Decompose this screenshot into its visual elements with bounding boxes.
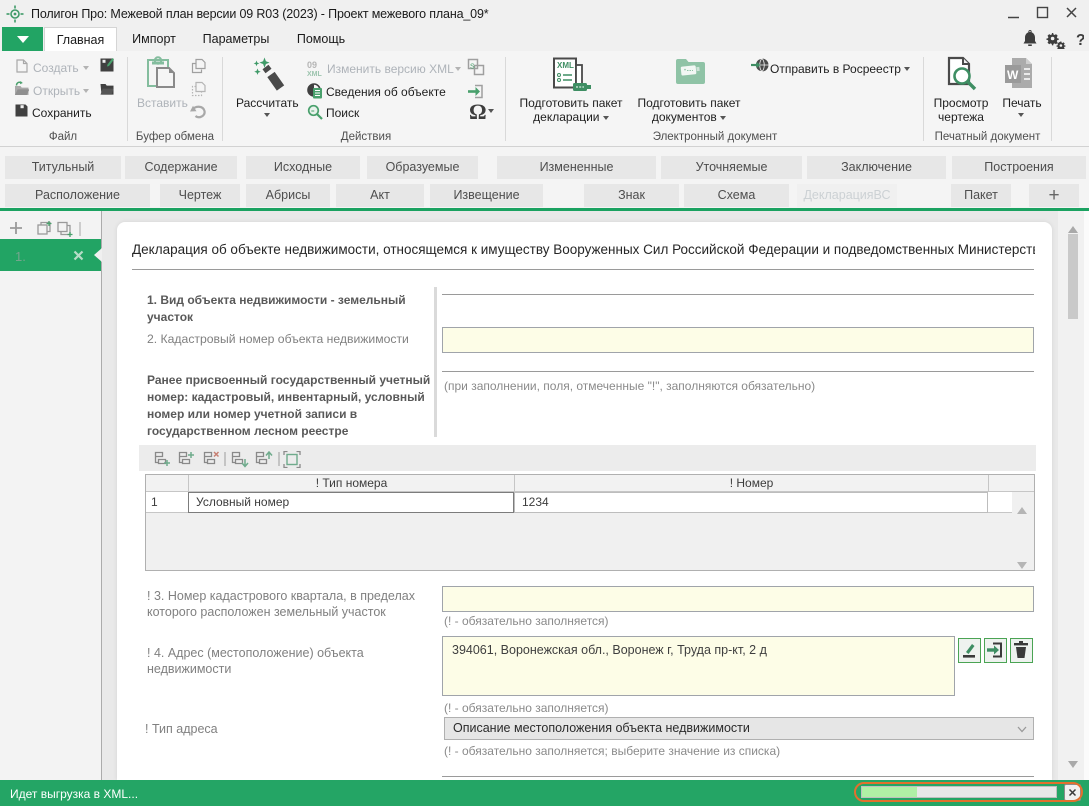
svg-text:?: ? bbox=[1076, 32, 1084, 49]
svg-text:S: S bbox=[470, 64, 475, 71]
svg-text:XML: XML bbox=[307, 71, 322, 77]
svg-text:09: 09 bbox=[307, 60, 317, 70]
svg-text:W: W bbox=[1007, 68, 1019, 82]
svg-text:XML: XML bbox=[557, 61, 574, 70]
svg-text:=: = bbox=[311, 109, 315, 115]
